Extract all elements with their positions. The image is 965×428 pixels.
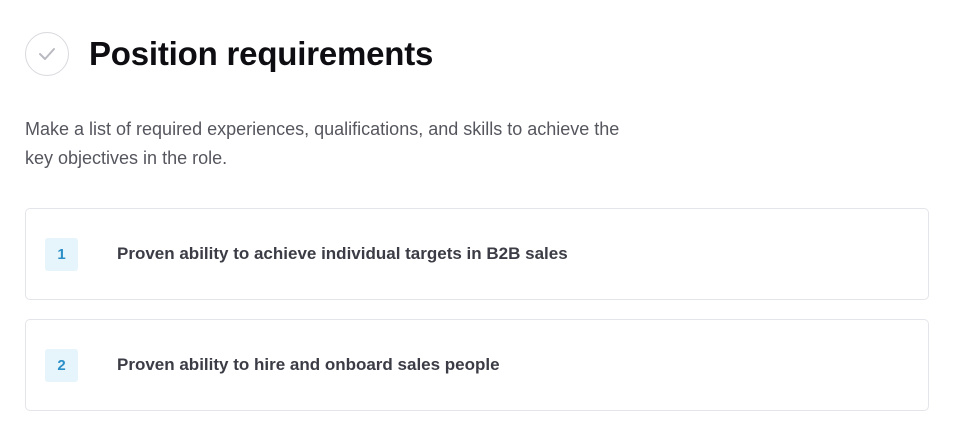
requirement-item[interactable]: 1 Proven ability to achieve individual t… — [25, 208, 929, 300]
requirement-number-badge: 1 — [45, 237, 78, 271]
page-title: Position requirements — [89, 35, 434, 72]
requirement-text: Proven ability to achieve individual tar… — [117, 244, 568, 263]
requirement-number-badge: 2 — [45, 348, 78, 382]
requirement-item[interactable]: 2 Proven ability to hire and onboard sal… — [25, 319, 929, 411]
section-header: Position requirements — [25, 30, 433, 78]
section-description: Make a list of required experiences, qua… — [25, 119, 620, 168]
requirements-list: 1 Proven ability to achieve individual t… — [25, 208, 929, 428]
requirement-text: Proven ability to hire and onboard sales… — [117, 355, 500, 374]
check-icon — [39, 48, 55, 60]
completion-toggle[interactable] — [25, 32, 69, 76]
